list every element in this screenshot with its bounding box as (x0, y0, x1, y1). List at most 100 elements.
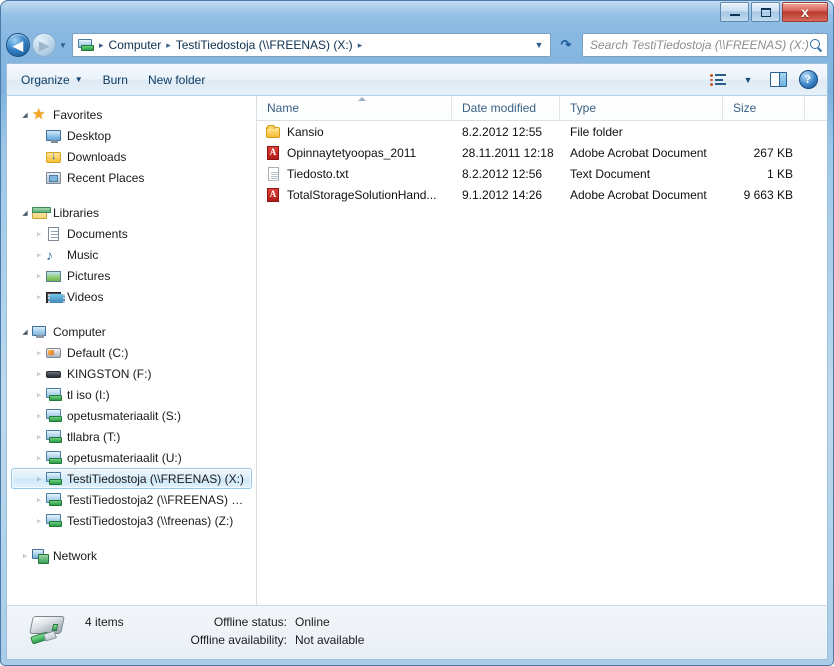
expander-icon[interactable]: ▹ (32, 272, 46, 280)
file-name-cell[interactable]: Kansio (257, 124, 452, 140)
sidebar-item-tllabra-t[interactable]: ▹ tllabra (T:) (11, 426, 252, 447)
breadcrumb-separator[interactable]: ▸ (165, 40, 172, 51)
column-header-date-modified[interactable]: Date modified (452, 96, 560, 121)
expander-icon[interactable]: ▹ (32, 517, 46, 525)
sidebar-group-label: Computer (53, 324, 106, 339)
expander-icon[interactable]: ▹ (32, 293, 46, 301)
expander-icon[interactable]: ▹ (18, 552, 32, 560)
burn-button[interactable]: Burn (93, 68, 138, 92)
breadcrumb-separator: ▸ (99, 39, 104, 50)
back-button[interactable]: ◀ (6, 33, 30, 57)
hard-drive-icon (46, 345, 62, 361)
organize-button[interactable]: Organize ▼ (11, 68, 93, 92)
file-list-pane[interactable]: Name Date modified Type Size Kansio 8.2.2012… (257, 96, 827, 605)
sidebar-item-label: tllabra (T:) (67, 429, 121, 444)
documents-icon (46, 226, 62, 242)
sidebar-item-testitiedostoja2-freenas-y[interactable]: ▹ TestiTiedostoja2 (\\FREENAS) (Y:) (11, 489, 252, 510)
expander-icon[interactable]: ▹ (32, 349, 46, 357)
refresh-button[interactable]: ↷ (554, 33, 578, 57)
sidebar-group-label: Favorites (53, 107, 103, 122)
maximize-button[interactable] (751, 2, 780, 22)
sidebar-group-favorites[interactable]: ◢ ★ Favorites (11, 104, 252, 125)
column-header-label: Date modified (462, 101, 537, 115)
file-date-cell: 28.11.2011 12:18 (462, 145, 554, 160)
minimize-button[interactable] (720, 2, 749, 22)
back-arrow-icon: ◀ (13, 37, 23, 53)
breadcrumb-testitiedostoja[interactable]: TestiTiedostoja (\\FREENAS) (X:) (172, 36, 357, 54)
sidebar-item-pictures[interactable]: ▹ Pictures (11, 265, 252, 286)
sidebar-item-opetusmateriaalit-u[interactable]: ▹ opetusmateriaalit (U:) (11, 447, 252, 468)
sidebar-item-recent-places[interactable]: Recent Places (11, 167, 252, 188)
preview-pane-button[interactable] (763, 68, 793, 92)
expander-icon[interactable]: ▹ (32, 391, 46, 399)
expander-icon[interactable]: ◢ (18, 111, 32, 119)
sidebar-item-kingston-f[interactable]: ▹ KINGSTON (F:) (11, 363, 252, 384)
expander-icon[interactable]: ▹ (32, 412, 46, 420)
breadcrumb-separator-end[interactable]: ▸ (357, 40, 364, 51)
column-header-label: Name (267, 101, 300, 115)
sidebar-item-default-c[interactable]: ▹ Default (C:) (11, 342, 252, 363)
file-size-cell: 267 KB (753, 145, 793, 160)
expander-icon[interactable]: ▹ (32, 230, 46, 238)
sidebar-group-network[interactable]: ▹ Network (11, 545, 252, 566)
desktop-icon (46, 128, 62, 144)
sidebar-item-label: Desktop (67, 128, 112, 143)
column-header-label: Size (733, 101, 757, 115)
file-type-cell: Adobe Acrobat Document (570, 187, 707, 202)
help-button[interactable]: ? (793, 68, 823, 92)
file-row-kansio[interactable]: Kansio 8.2.2012 12:55 File folder (257, 121, 827, 142)
expander-icon[interactable]: ▹ (32, 496, 46, 504)
change-view-button[interactable] (703, 68, 733, 92)
network-drive-icon (46, 429, 62, 445)
status-text-block: 4 items Offline status: Online Offline a… (85, 615, 364, 651)
search-box[interactable]: Search TestiTiedostoja (\\FREENAS) (X:) (582, 33, 828, 57)
computer-icon (32, 324, 48, 340)
view-dropdown-button[interactable]: ▼ (733, 68, 763, 92)
network-drive-icon (46, 471, 62, 487)
sidebar-item-videos[interactable]: ▹ Videos (11, 286, 252, 307)
sidebar-item-label: opetusmateriaalit (S:) (67, 408, 182, 423)
recent-pages-button[interactable]: ▼ (56, 33, 70, 57)
new-folder-button[interactable]: New folder (138, 68, 215, 92)
search-input[interactable]: Search TestiTiedostoja (\\FREENAS) (X:) (590, 38, 809, 52)
breadcrumb-bar[interactable]: ▸ Computer ▸ TestiTiedostoja (\\FREENAS)… (72, 33, 551, 57)
expander-icon[interactable]: ▹ (32, 433, 46, 441)
sidebar-item-tl-iso-i[interactable]: ▹ tl iso (I:) (11, 384, 252, 405)
column-header-size[interactable]: Size (723, 96, 805, 121)
file-row-opinnaytetyoopas-2011[interactable]: Opinnaytetyoopas_2011 28.11.2011 12:18 Ado… (257, 142, 827, 163)
file-name-cell[interactable]: Opinnaytetyoopas_2011 (257, 145, 452, 161)
column-header-name[interactable]: Name (257, 96, 452, 121)
expander-icon[interactable]: ▹ (32, 475, 46, 483)
sidebar-item-music[interactable]: ▹ ♪ Music (11, 244, 252, 265)
sidebar-item-desktop[interactable]: Desktop (11, 125, 252, 146)
column-header-filler[interactable] (805, 96, 827, 121)
preview-pane-icon (769, 72, 787, 87)
close-button[interactable]: x (782, 2, 828, 22)
file-name-cell[interactable]: TotalStorageSolutionHand... (257, 187, 452, 203)
sidebar-group-libraries[interactable]: ◢ Libraries (11, 202, 252, 223)
breadcrumb-dropdown-button[interactable]: ▼ (531, 34, 547, 56)
expander-icon[interactable]: ▹ (32, 370, 46, 378)
sidebar-item-downloads[interactable]: Downloads (11, 146, 252, 167)
column-header-row: Name Date modified Type Size (257, 96, 827, 121)
sidebar-item-testitiedostoja-freenas-x[interactable]: ▹ TestiTiedostoja (\\FREENAS) (X:) (11, 468, 252, 489)
file-name-cell[interactable]: Tiedosto.txt (257, 166, 452, 182)
sidebar-item-label: Recent Places (67, 170, 145, 185)
file-type-cell: Adobe Acrobat Document (570, 145, 707, 160)
sidebar-item-opetusmateriaalit-s[interactable]: ▹ opetusmateriaalit (S:) (11, 405, 252, 426)
expander-icon[interactable]: ▹ (32, 454, 46, 462)
sidebar-item-documents[interactable]: ▹ Documents (11, 223, 252, 244)
expander-icon[interactable]: ◢ (18, 328, 32, 336)
sidebar-item-testitiedostoja3-freenas-z[interactable]: ▹ TestiTiedostoja3 (\\freenas) (Z:) (11, 510, 252, 531)
file-row-tiedosto-txt[interactable]: Tiedosto.txt 8.2.2012 12:56 Text Document 1… (257, 163, 827, 184)
forward-button[interactable]: ▶ (32, 33, 56, 57)
column-header-type[interactable]: Type (560, 96, 723, 121)
expander-icon[interactable]: ◢ (18, 209, 32, 217)
sidebar-item-label: TestiTiedostoja3 (\\freenas) (Z:) (67, 513, 234, 528)
navigation-pane[interactable]: ◢★Favorites Desktop Downloads Recent Places… (7, 96, 257, 605)
expander-icon[interactable]: ▹ (32, 251, 46, 259)
file-row-totalstoragesolutionhand[interactable]: TotalStorageSolutionHand... 9.1.2012 14:2… (257, 184, 827, 205)
burn-label: Burn (102, 72, 128, 87)
sidebar-group-computer[interactable]: ◢ Computer (11, 321, 252, 342)
breadcrumb-computer[interactable]: Computer (105, 36, 166, 54)
